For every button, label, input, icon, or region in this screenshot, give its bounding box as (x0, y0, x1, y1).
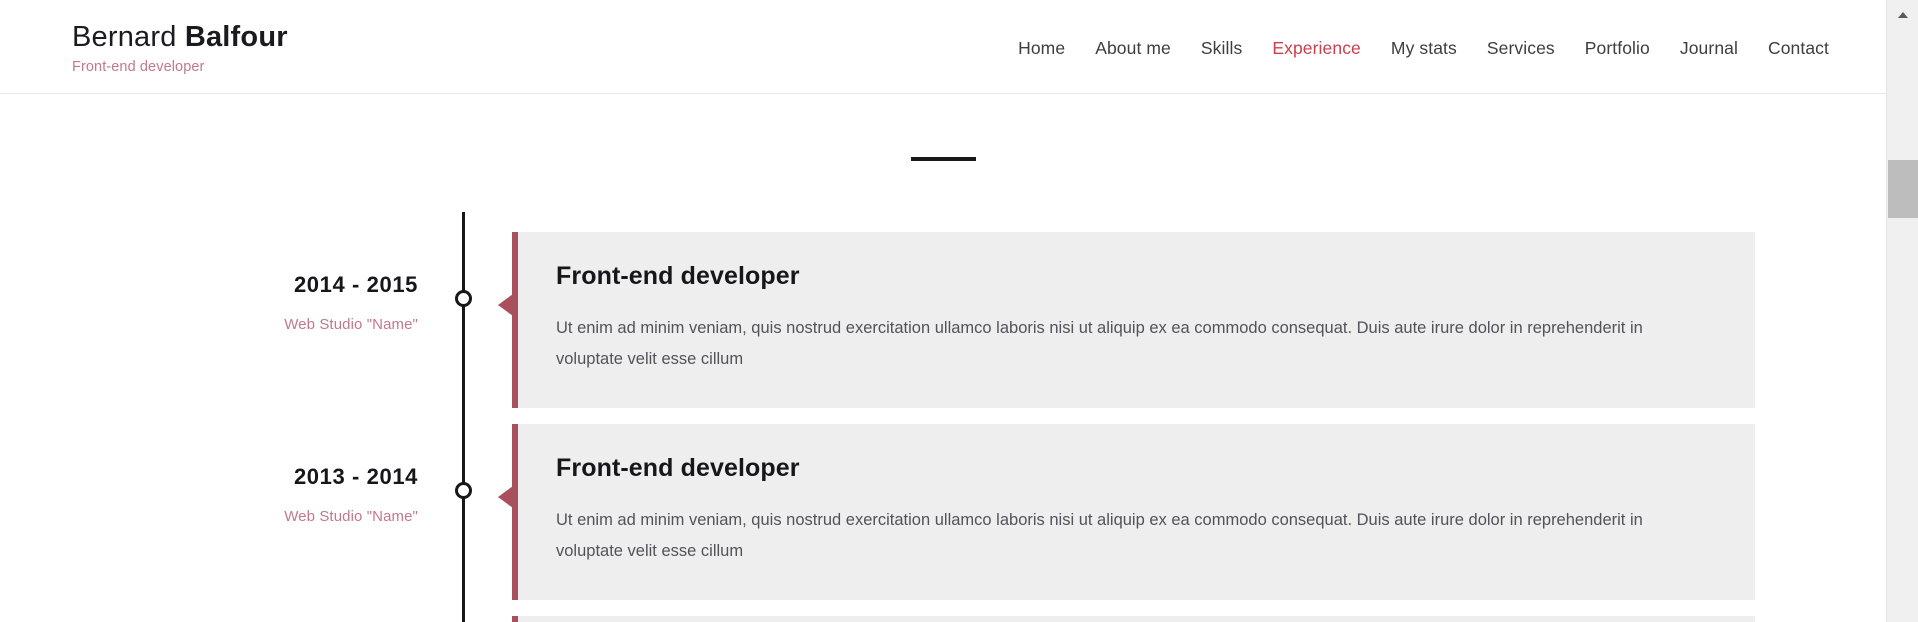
brand-role: Front-end developer (72, 60, 288, 75)
nav-item-journal[interactable]: Journal (1680, 38, 1738, 59)
main-navigation: Home About me Skills Experience My stats… (1018, 34, 1829, 59)
experience-card-title: Front-end developer (556, 262, 1717, 291)
brand-last-name: Balfour (185, 21, 288, 53)
timeline-company: Web Studio "Name" (0, 316, 418, 333)
nav-item-about-me[interactable]: About me (1095, 38, 1171, 59)
section-divider-wrap (0, 94, 1886, 212)
nav-item-experience[interactable]: Experience (1272, 38, 1361, 59)
site-header: Bernard Balfour Front-end developer Home… (0, 0, 1886, 94)
nav-item-services[interactable]: Services (1487, 38, 1555, 59)
experience-card[interactable] (512, 616, 1755, 622)
experience-card-text: Ut enim ad minim veniam, quis nostrud ex… (556, 505, 1646, 566)
timeline-marker-dot-icon (455, 290, 472, 307)
nav-item-home[interactable]: Home (1018, 38, 1065, 59)
nav-item-portfolio[interactable]: Portfolio (1585, 38, 1650, 59)
brand-logo[interactable]: Bernard Balfour Front-end developer (72, 19, 288, 75)
timeline-date-column: 2014 - 2015 Web Studio "Name" (0, 212, 440, 333)
nav-item-skills[interactable]: Skills (1201, 38, 1242, 59)
vertical-scrollbar[interactable] (1886, 0, 1918, 622)
experience-card-text: Ut enim ad minim veniam, quis nostrud ex… (556, 313, 1646, 374)
experience-card[interactable]: Front-end developer Ut enim ad minim ven… (512, 424, 1755, 600)
experience-timeline: 2014 - 2015 Web Studio "Name" Front-end … (0, 212, 1886, 622)
brand-first-name: Bernard (72, 21, 185, 53)
section-divider (911, 157, 976, 161)
timeline-date-column: 2013 - 2014 Web Studio "Name" (0, 404, 440, 525)
nav-item-contact[interactable]: Contact (1768, 38, 1829, 59)
brand-name: Bernard Balfour (72, 23, 288, 52)
timeline-marker-dot-icon (455, 482, 472, 499)
experience-card-title: Front-end developer (556, 454, 1717, 483)
chevron-up-icon (1898, 12, 1908, 18)
timeline-years: 2013 - 2014 (0, 464, 418, 490)
timeline-company: Web Studio "Name" (0, 508, 418, 525)
timeline-years: 2014 - 2015 (0, 272, 418, 298)
scrollbar-thumb[interactable] (1888, 160, 1918, 218)
scrollbar-up-button[interactable] (1887, 0, 1918, 30)
experience-card[interactable]: Front-end developer Ut enim ad minim ven… (512, 232, 1755, 408)
nav-item-my-stats[interactable]: My stats (1391, 38, 1457, 59)
page-viewport: Bernard Balfour Front-end developer Home… (0, 0, 1886, 622)
